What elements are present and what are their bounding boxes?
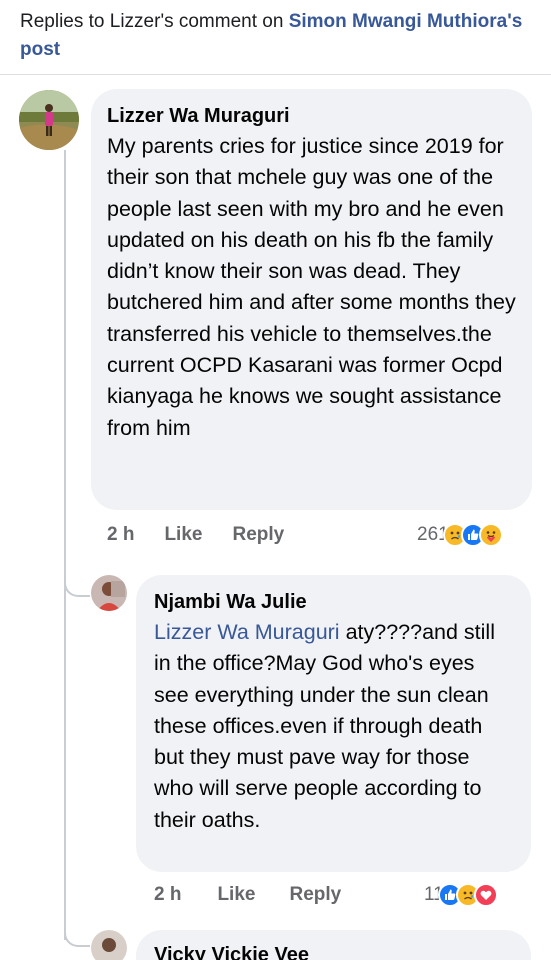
reply-author[interactable]: Njambi Wa Julie — [154, 587, 513, 617]
avatar[interactable] — [91, 575, 127, 611]
reaction-summary[interactable]: 261 — [417, 523, 503, 547]
love-reaction-icon — [473, 883, 498, 907]
avatar[interactable] — [91, 930, 127, 960]
reply-actions: 2 h Like Reply — [154, 884, 341, 906]
reply-button[interactable]: Reply — [232, 524, 284, 546]
like-button[interactable]: Like — [217, 884, 255, 906]
reply-connector — [64, 925, 90, 947]
comment-time[interactable]: 2 h — [107, 524, 134, 546]
comment-actions: 2 h Like Reply — [107, 524, 284, 546]
header-prefix: Replies to Lizzer's comment on — [20, 11, 289, 32]
reply-bubble: Vicky Vickie Vee — [136, 930, 531, 960]
like-button[interactable]: Like — [164, 524, 202, 546]
replies-header: Replies to Lizzer's comment on Simon Mwa… — [20, 8, 540, 64]
avatar[interactable] — [19, 90, 79, 150]
comment-text: My parents cries for justice since 2019 … — [107, 134, 516, 440]
reply-connector — [64, 575, 90, 597]
reply-bubble: Njambi Wa Julie Lizzer Wa Muraguri aty??… — [136, 575, 531, 872]
mention-link[interactable]: Lizzer Wa Muraguri — [154, 620, 340, 644]
reply-time[interactable]: 2 h — [154, 884, 181, 906]
comment-bubble: Lizzer Wa Muraguri My parents cries for … — [91, 89, 532, 510]
care-reaction-icon — [478, 523, 503, 547]
reply-author[interactable]: Vicky Vickie Vee — [154, 940, 513, 960]
thread-line — [64, 150, 66, 940]
reply-text: Lizzer Wa Muraguri aty????and still in t… — [154, 617, 513, 836]
post-author-link[interactable]: Simon Mwangi Muthiora — [289, 11, 508, 32]
comment-author[interactable]: Lizzer Wa Muraguri — [107, 101, 516, 131]
reaction-summary[interactable]: 11 — [424, 883, 498, 907]
reply-button[interactable]: Reply — [289, 884, 341, 906]
header-divider — [0, 74, 551, 75]
reply-text-body: aty????and still in the office?May God w… — [154, 620, 495, 832]
